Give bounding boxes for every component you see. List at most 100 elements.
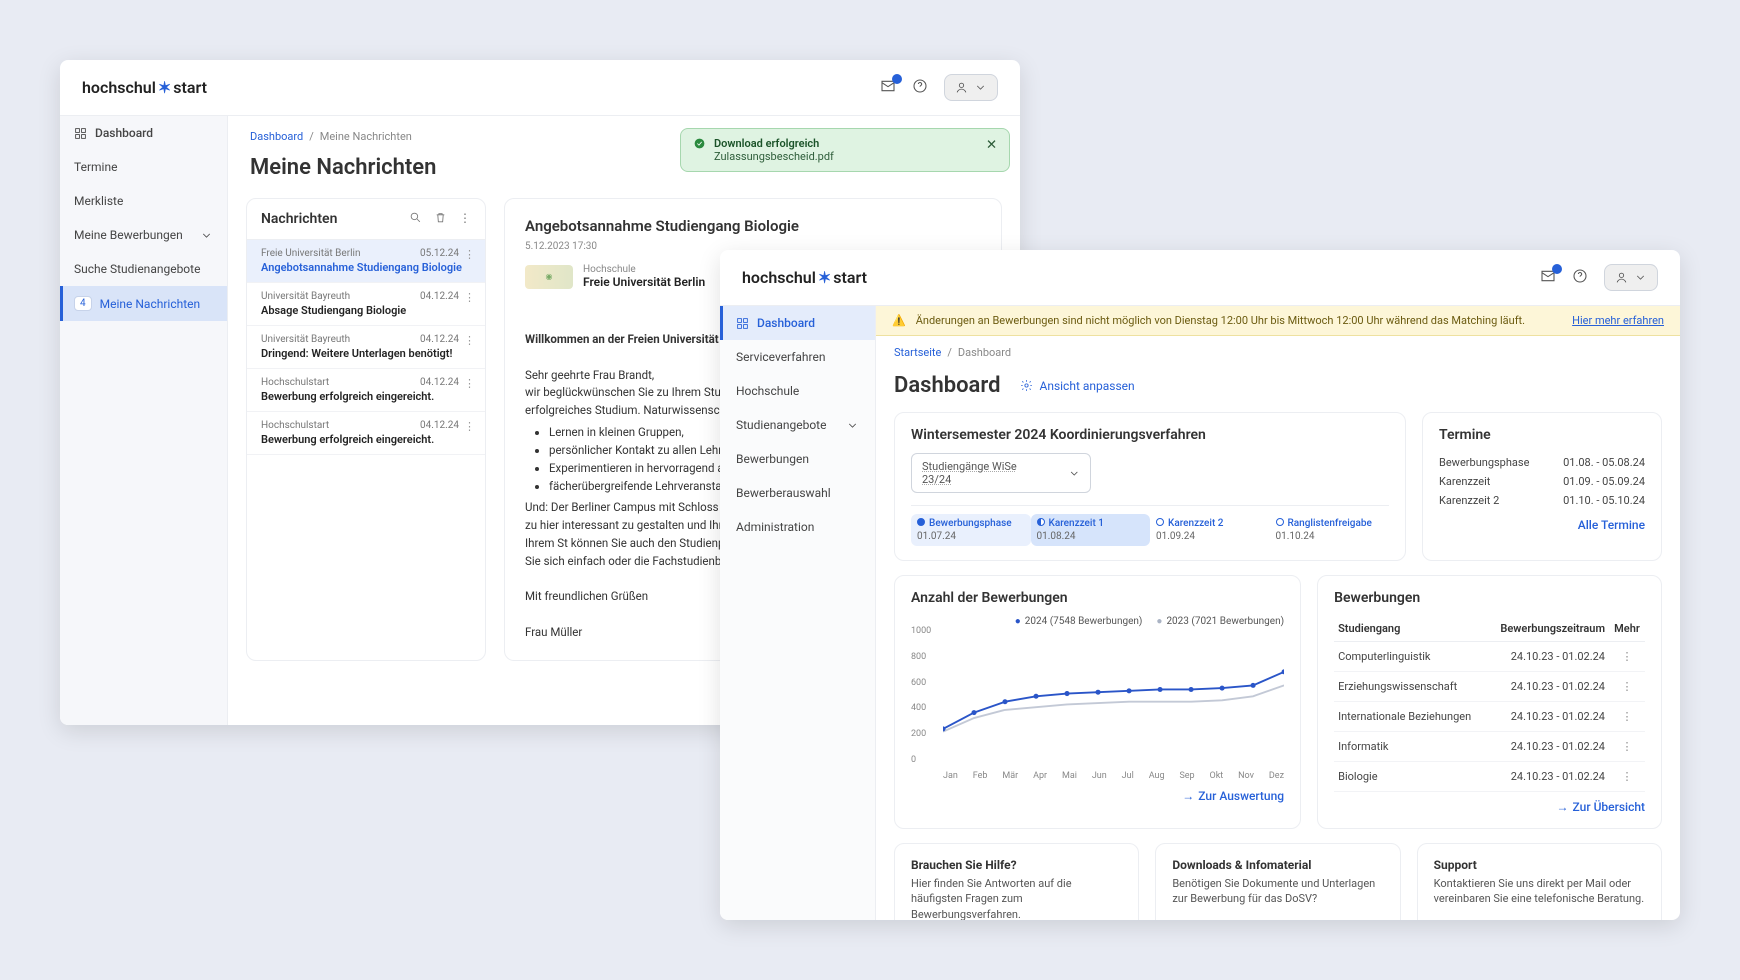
kebab-icon[interactable]: ⋮ (464, 248, 475, 261)
kebab-icon[interactable]: ⋮ (464, 291, 475, 304)
semester-dropdown[interactable]: Studiengänge WiSe 23/24 (911, 453, 1091, 493)
logo-text-suffix: start (833, 268, 867, 287)
row-kebab-icon[interactable]: ⋮ (1609, 762, 1645, 792)
message-item[interactable]: Universität Bayreuth Absage Studiengang … (247, 283, 485, 326)
koord-title: Wintersemester 2024 Koordinierungsverfah… (911, 427, 1389, 443)
zur-auswertung-link[interactable]: →Zur Auswertung (1182, 789, 1284, 803)
termine-name: Karenzzeit (1439, 475, 1490, 488)
messages-icon[interactable] (880, 78, 896, 97)
help-title: Support (1434, 858, 1645, 872)
message-date: 04.12.24 (420, 291, 459, 302)
nav-administration[interactable]: Administration (720, 510, 875, 544)
legend-2023: 2023 (7021 Bewerbungen) (1156, 616, 1284, 627)
phase-dot-icon (1156, 518, 1164, 526)
help-title: Brauchen Sie Hilfe? (911, 858, 1122, 872)
search-icon[interactable] (409, 211, 422, 227)
message-item[interactable]: Universität Bayreuth Dringend: Weitere U… (247, 326, 485, 369)
zur-uebersicht-link[interactable]: →Zur Übersicht (1557, 800, 1645, 814)
chart-title: Anzahl der Bewerbungen (911, 590, 1284, 606)
nav-hochschule[interactable]: Hochschule (720, 374, 875, 408)
termine-row: Karenzzeit01.09. - 05.09.24 (1439, 472, 1645, 491)
messages-list-title: Nachrichten (261, 211, 337, 227)
nav-termine[interactable]: Termine (60, 150, 227, 184)
kebab-icon[interactable]: ⋮ (459, 211, 471, 227)
phase-date: 01.09.24 (1156, 531, 1264, 542)
messages-icon[interactable] (1540, 268, 1556, 287)
help-icon[interactable] (1572, 268, 1588, 287)
chart-ylabel: 1000 (911, 626, 931, 636)
cell-studiengang: Informatik (1334, 732, 1489, 762)
message-date: 04.12.24 (420, 377, 459, 388)
kebab-icon[interactable]: ⋮ (464, 334, 475, 347)
th-zeitraum: Bewerbungszeitraum (1489, 616, 1609, 642)
message-date: 04.12.24 (420, 420, 459, 431)
breadcrumb: Startseite / Dashboard (894, 346, 1662, 359)
toast-title: Download erfolgreich (714, 137, 834, 150)
message-subject: Absage Studiengang Biologie (261, 304, 471, 317)
koordinierung-card: Wintersemester 2024 Koordinierungsverfah… (894, 412, 1406, 561)
cell-zeitraum: 24.10.23 - 01.02.24 (1489, 762, 1609, 792)
message-item[interactable]: Hochschulstart Bewerbung erfolgreich ein… (247, 369, 485, 412)
nav-suche[interactable]: Suche Studienangebote (60, 252, 227, 286)
customize-view-button[interactable]: Ansicht anpassen (1020, 379, 1134, 393)
help-card: SupportKontaktieren Sie uns direkt per M… (1417, 843, 1662, 920)
help-icon[interactable] (912, 78, 928, 97)
detail-title: Angebotsannahme Studiengang Biologie (525, 217, 981, 235)
customize-label: Ansicht anpassen (1039, 379, 1134, 393)
user-menu[interactable] (944, 74, 998, 101)
banner-link[interactable]: Hier mehr erfahren (1572, 314, 1664, 327)
phase-name: Karenzzeit 1 (1049, 518, 1104, 529)
sidenav: Dashboard Serviceverfahren Hochschule St… (720, 306, 876, 920)
message-subject: Angebotsannahme Studiengang Biologie (261, 261, 471, 274)
row-kebab-icon[interactable]: ⋮ (1609, 732, 1645, 762)
table-row: Computerlinguistik24.10.23 - 01.02.24⋮ (1334, 642, 1645, 672)
message-item[interactable]: Hochschulstart Bewerbung erfolgreich ein… (247, 412, 485, 455)
breadcrumb-root[interactable]: Dashboard (250, 130, 303, 143)
toast-close-button[interactable]: ✕ (986, 137, 997, 153)
kebab-icon[interactable]: ⋮ (464, 420, 475, 433)
message-item[interactable]: Freie Universität Berlin Angebotsannahme… (247, 240, 485, 283)
phase-step: Karenzzeit 101.08.24 (1031, 514, 1151, 546)
table-row: Informatik24.10.23 - 01.02.24⋮ (1334, 732, 1645, 762)
row-kebab-icon[interactable]: ⋮ (1609, 702, 1645, 732)
nav-dashboard-label: Dashboard (757, 316, 815, 330)
kebab-icon[interactable]: ⋮ (464, 377, 475, 390)
detail-uni-name: Freie Universität Berlin (583, 275, 705, 289)
termine-date: 01.08. - 05.08.24 (1563, 456, 1645, 469)
breadcrumb-root[interactable]: Startseite (894, 346, 941, 359)
nav-dashboard[interactable]: Dashboard (720, 306, 875, 340)
gear-icon (1020, 379, 1033, 392)
row-kebab-icon[interactable]: ⋮ (1609, 642, 1645, 672)
messages-badge (892, 74, 902, 84)
header-tools (880, 74, 998, 101)
nav-merkliste[interactable]: Merkliste (60, 184, 227, 218)
alle-termine-link[interactable]: Alle Termine (1439, 518, 1645, 532)
termine-row: Karenzzeit 201.10. - 05.10.24 (1439, 491, 1645, 510)
nav-bewerbungen[interactable]: Bewerbungen (720, 442, 875, 476)
legend-2024: 2024 (7548 Bewerbungen) (1015, 616, 1143, 627)
message-subject: Bewerbung erfolgreich eingereicht. (261, 433, 471, 446)
chart-xlabel: Feb (973, 771, 988, 781)
logo-star-icon: ✶ (818, 268, 831, 287)
nav-studienangebote[interactable]: Studienangebote (720, 408, 875, 442)
messages-badge (1552, 264, 1562, 274)
toast-subtitle: Zulassungsbescheid.pdf (714, 150, 834, 163)
termine-row: Bewerbungsphase01.08. - 05.08.24 (1439, 453, 1645, 472)
header: hochschul ✶ start (720, 250, 1680, 306)
user-menu[interactable] (1604, 264, 1658, 291)
termine-name: Karenzzeit 2 (1439, 494, 1499, 507)
nav-nachrichten[interactable]: 4 Meine Nachrichten (60, 286, 227, 321)
cell-studiengang: Computerlinguistik (1334, 642, 1489, 672)
nav-service[interactable]: Serviceverfahren (720, 340, 875, 374)
trash-icon[interactable] (434, 211, 447, 227)
cell-studiengang: Internationale Beziehungen (1334, 702, 1489, 732)
cell-studiengang: Erziehungswissenschaft (1334, 672, 1489, 702)
row-kebab-icon[interactable]: ⋮ (1609, 672, 1645, 702)
chart-xlabel: Sep (1179, 771, 1194, 781)
nav-bewerbungen[interactable]: Meine Bewerbungen (60, 218, 227, 252)
nav-bewerberauswahl[interactable]: Bewerberauswahl (720, 476, 875, 510)
nav-dashboard[interactable]: Dashboard (60, 116, 227, 150)
breadcrumb-sep: / (309, 130, 314, 143)
bewerbungen-title: Bewerbungen (1334, 590, 1645, 606)
termine-title: Termine (1439, 427, 1645, 443)
